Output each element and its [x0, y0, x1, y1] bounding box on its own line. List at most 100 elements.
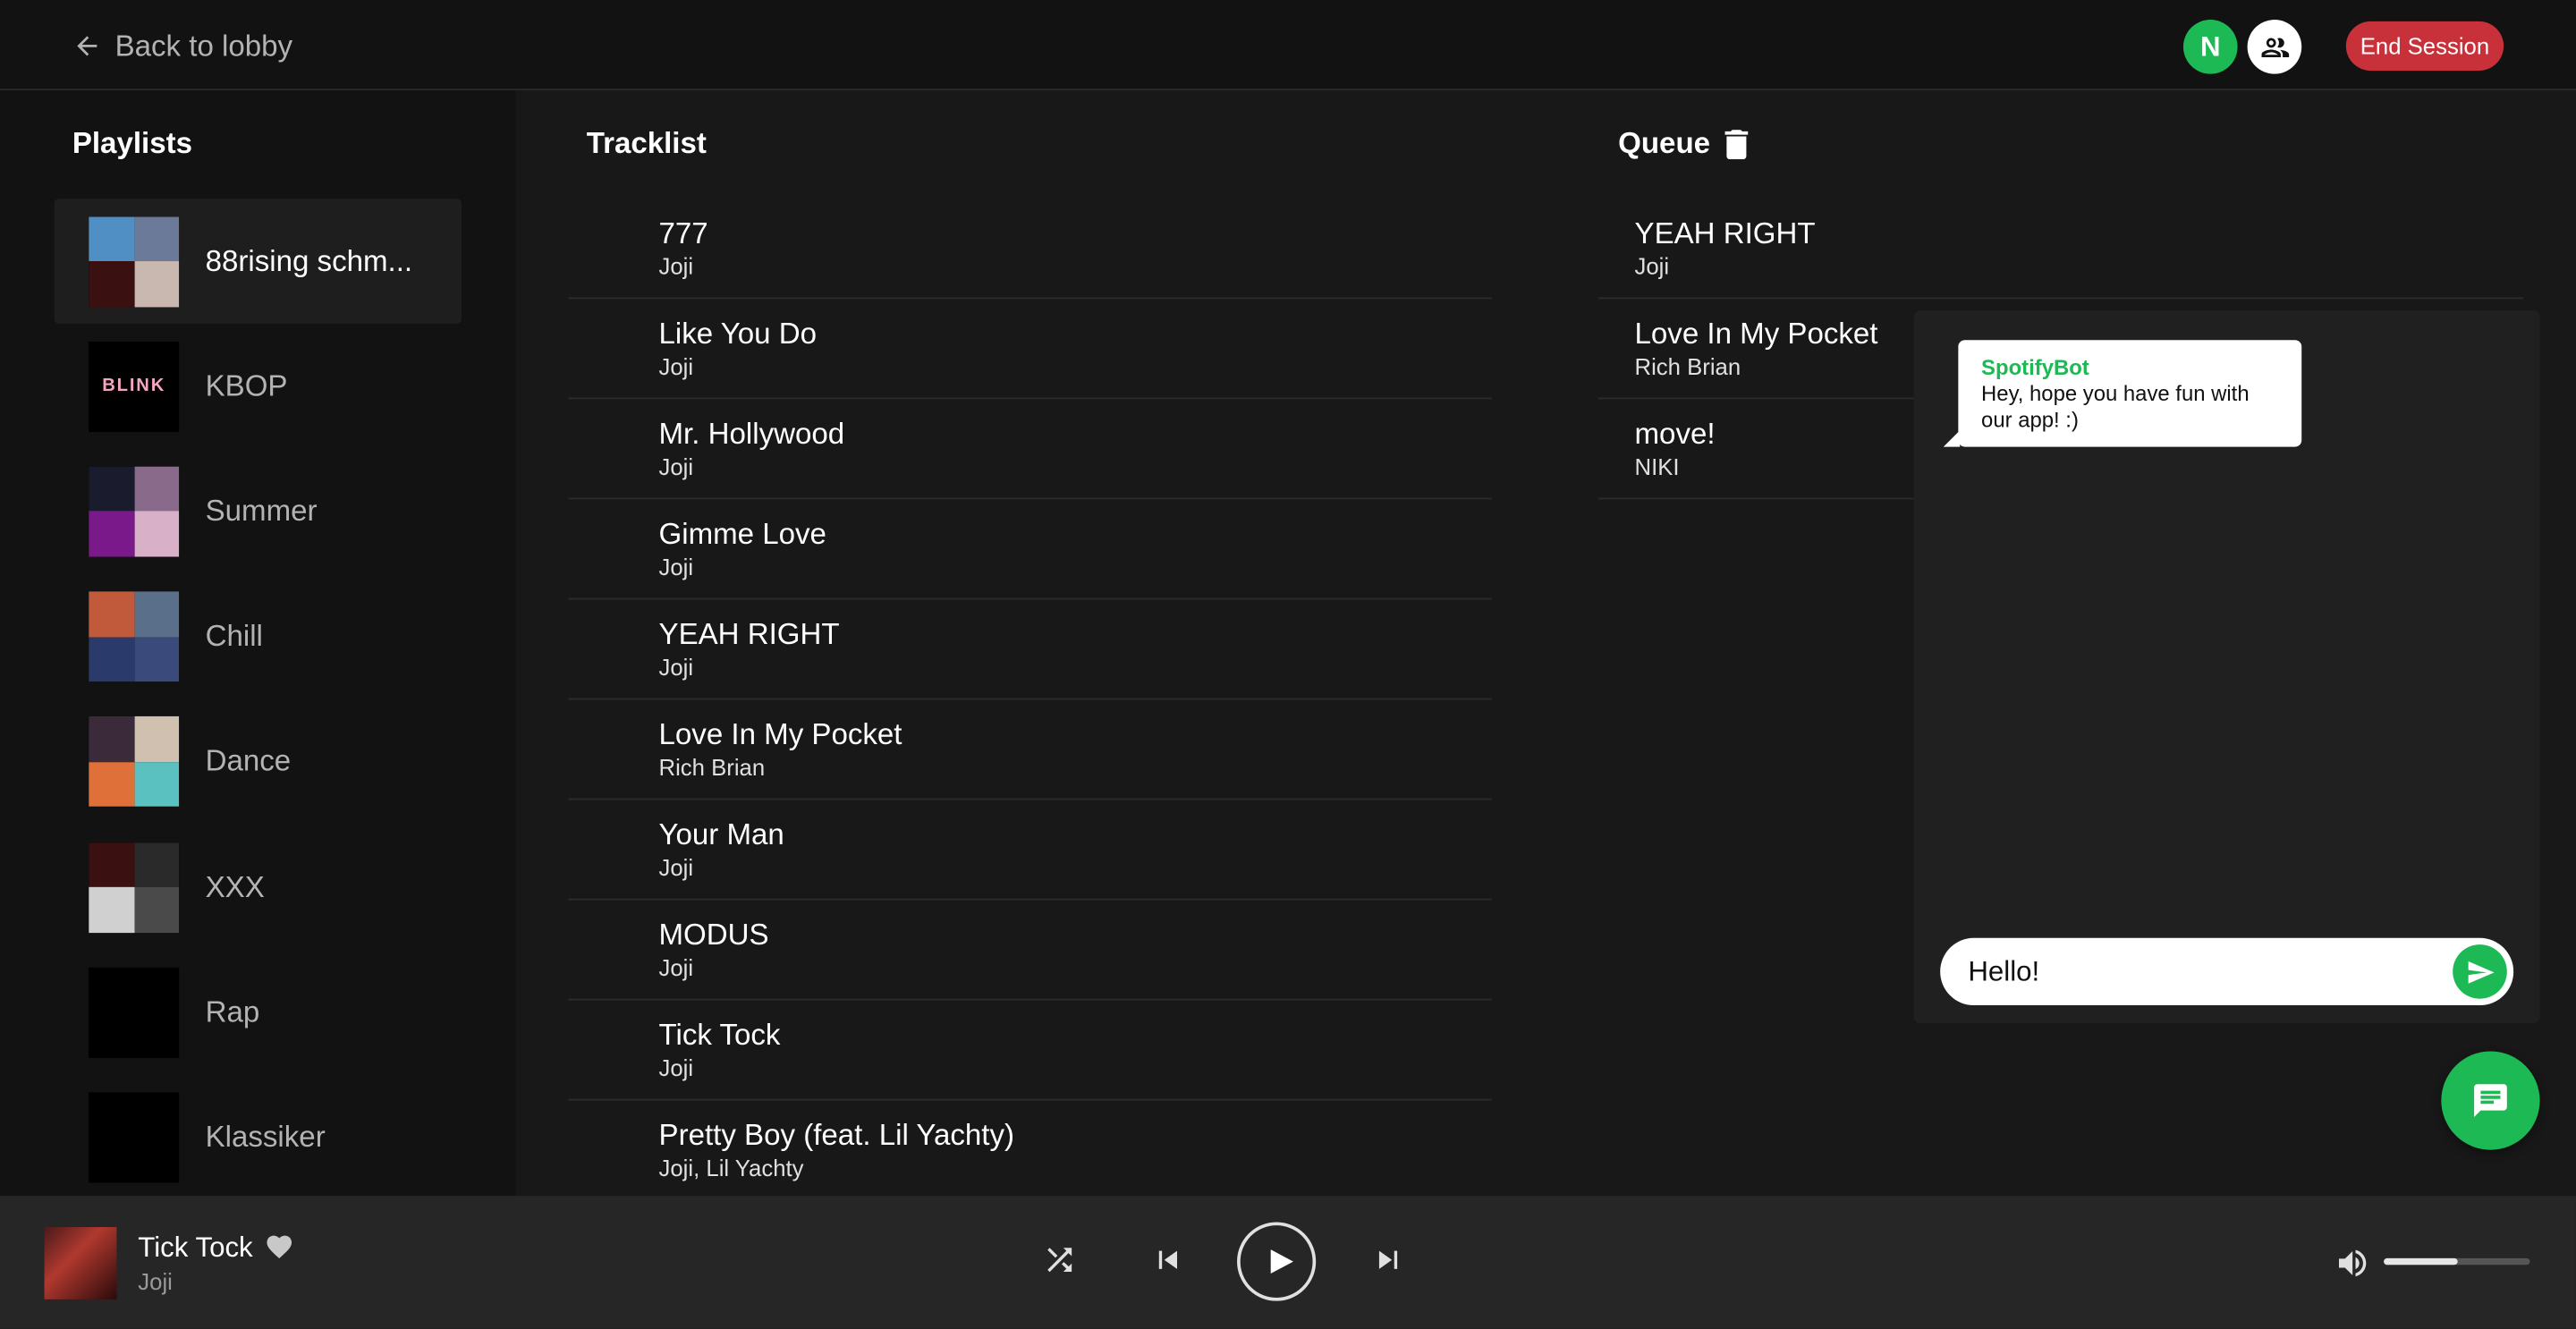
track-artist: Joji — [658, 252, 694, 280]
track-artist: Joji — [658, 854, 694, 881]
playlist-name: 88rising schm... — [205, 243, 413, 277]
chat-message: SpotifyBot Hey, hope you have fun with o… — [1943, 340, 2302, 447]
playlist-item[interactable]: Dance — [55, 699, 462, 825]
playlist-name: Summer — [205, 494, 318, 528]
playlist-item[interactable]: XXX — [55, 825, 462, 950]
track-artist: Joji — [658, 553, 694, 580]
track-artist: Rich Brian — [658, 754, 766, 781]
play-icon — [1269, 1249, 1293, 1274]
send-button[interactable] — [2453, 944, 2507, 999]
volume-slider[interactable] — [2384, 1257, 2530, 1266]
playlist-cover: BLINK — [89, 341, 180, 432]
playlist-item[interactable]: BLINK KBOP — [55, 324, 462, 449]
playlist-item[interactable]: Summer — [55, 449, 462, 574]
track-row[interactable]: Tick Tock Joji — [568, 1001, 1492, 1101]
track-row[interactable]: Your Man Joji — [568, 800, 1492, 901]
arrow-left-icon — [77, 36, 97, 56]
chat-input[interactable]: Hello! — [1940, 937, 2514, 1006]
playlist-item[interactable]: Chill — [55, 574, 462, 699]
track-title: YEAH RIGHT — [658, 617, 840, 651]
skip-previous-icon — [1158, 1250, 1177, 1269]
track-title: Like You Do — [658, 317, 818, 351]
chat-message-sender: SpotifyBot — [1981, 354, 2089, 380]
playlist-cover — [89, 216, 180, 307]
track-row[interactable]: 777 Joji — [568, 199, 1492, 300]
track-title: Tick Tock — [658, 1018, 781, 1052]
track-row[interactable]: Love In My Pocket Rich Brian — [568, 699, 1492, 800]
track-title: Mr. Hollywood — [658, 417, 845, 451]
playlists-title: Playlists — [72, 126, 192, 160]
playlist-cover-badge: BLINK — [102, 376, 166, 396]
track-title: Love In My Pocket — [658, 717, 902, 751]
now-playing-title: Tick Tock — [138, 1232, 253, 1264]
playlist-name: Rap — [205, 995, 260, 1028]
track-row[interactable]: Like You Do Joji — [568, 299, 1492, 400]
track-title: Your Man — [658, 817, 784, 851]
chat-toggle-button[interactable] — [2441, 1051, 2540, 1150]
track-title: 777 — [658, 216, 708, 250]
queue-track-title: Love In My Pocket — [1634, 317, 1878, 351]
play-button[interactable] — [1237, 1222, 1317, 1301]
playlist-name: XXX — [205, 869, 265, 903]
track-artist: Joji — [658, 1054, 694, 1081]
track-title: Gimme Love — [658, 517, 826, 551]
track-artist: Joji — [658, 352, 694, 380]
shuffle-button[interactable] — [1040, 1240, 1080, 1280]
user-avatar[interactable]: N — [2182, 20, 2238, 74]
volume-icon — [2339, 1249, 2367, 1277]
playlist-name: KBOP — [205, 368, 288, 402]
player-bar: Tick Tock Joji — [0, 1196, 2576, 1329]
chat-panel: SpotifyBot Hey, hope you have fun with o… — [1913, 310, 2540, 1024]
volume-button[interactable] — [2333, 1243, 2372, 1282]
playlist-name: Dance — [205, 744, 292, 778]
previous-button[interactable] — [1148, 1240, 1188, 1280]
heart-icon[interactable] — [265, 1232, 294, 1262]
send-icon — [2467, 961, 2494, 983]
end-session-button[interactable]: End Session — [2345, 21, 2504, 71]
playlist-cover — [89, 842, 180, 933]
track-row[interactable]: MODUS Joji — [568, 901, 1492, 1001]
track-row[interactable]: Pretty Boy (feat. Lil Yachty) Joji, Lil Y… — [568, 1101, 1492, 1201]
top-bar: Back to lobby N End Session — [0, 0, 2576, 91]
back-to-lobby-link[interactable]: Back to lobby — [72, 26, 292, 65]
queue-track-title: YEAH RIGHT — [1634, 216, 1816, 250]
queue-title: Queue — [1618, 126, 1711, 160]
playlist-item[interactable]: 88rising schm... — [54, 199, 462, 324]
queue-header: Queue — [1618, 126, 1750, 161]
queue-track-title: move! — [1634, 417, 1716, 451]
track-artist: Joji — [658, 654, 694, 681]
now-playing-artist: Joji — [138, 1267, 173, 1295]
track-artist: Joji — [658, 954, 694, 981]
playlist-cover — [89, 716, 180, 808]
playlist-cover — [89, 466, 180, 557]
playlist-item[interactable]: Klassiker — [55, 1075, 462, 1200]
people-icon — [2260, 37, 2289, 57]
participants-button[interactable] — [2247, 20, 2302, 74]
queue-row[interactable]: YEAH RIGHT Joji — [1598, 199, 2524, 300]
playlist-name: Klassiker — [205, 1120, 326, 1154]
playlist-cover — [89, 1092, 180, 1183]
now-playing-cover — [44, 1227, 117, 1299]
trash-icon[interactable] — [1724, 129, 1750, 159]
shuffle-icon — [1047, 1248, 1072, 1273]
track-artist: Joji, Lil Yachty — [658, 1155, 804, 1181]
track-artist: Joji — [658, 453, 694, 480]
playlist-cover — [89, 967, 180, 1058]
chat-input-value: Hello! — [1968, 955, 2040, 987]
skip-next-icon — [1378, 1250, 1398, 1269]
track-row[interactable]: Mr. Hollywood Joji — [568, 399, 1492, 500]
back-to-lobby-label: Back to lobby — [114, 29, 293, 62]
tracklist-title: Tracklist — [586, 126, 707, 160]
chat-icon — [2474, 1084, 2507, 1117]
playlist-item[interactable]: Rap — [55, 950, 462, 1075]
next-button[interactable] — [1368, 1240, 1408, 1280]
track-row[interactable]: YEAH RIGHT Joji — [568, 599, 1492, 700]
track-title: MODUS — [658, 918, 769, 952]
chat-message-text: Hey, hope you have fun with our app! :) — [1981, 381, 2250, 433]
volume-slider-fill — [2384, 1257, 2457, 1266]
playlist-cover — [89, 591, 180, 682]
track-title: Pretty Boy (feat. Lil Yachty) — [658, 1118, 1015, 1152]
queue-track-artist: Joji — [1634, 252, 1670, 280]
queue-track-artist: NIKI — [1634, 453, 1680, 480]
track-row[interactable]: Gimme Love Joji — [568, 499, 1492, 600]
